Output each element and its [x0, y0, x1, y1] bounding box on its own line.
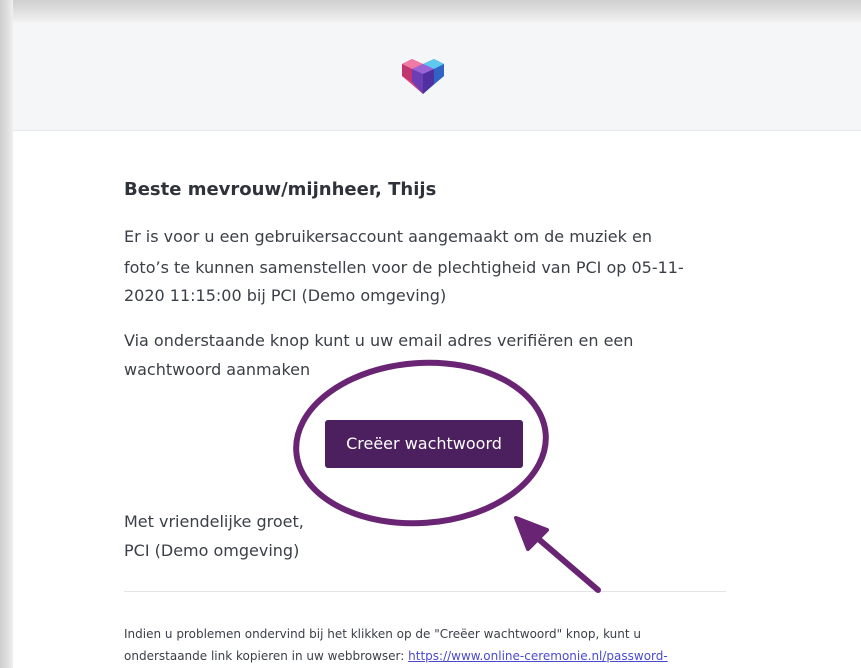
greeting-heading: Beste mevrouw/mijnheer, Thijs — [124, 179, 437, 200]
intro-line-1: Er is voor u een gebruikersaccount aange… — [124, 227, 652, 246]
footer-line-1: Indien u problemen ondervind bij het kli… — [124, 627, 641, 641]
intro-line-2: foto’s te kunnen samenstellen voor de pl… — [124, 258, 684, 277]
create-password-button[interactable]: Creëer wachtwoord — [325, 420, 523, 468]
email-body: Beste mevrouw/mijnheer, Thijs Er is voor… — [13, 131, 861, 668]
password-reset-link[interactable]: https://www.online-ceremonie.nl/password… — [408, 649, 668, 663]
footer-divider — [124, 591, 726, 592]
email-screenshot: Beste mevrouw/mijnheer, Thijs Er is voor… — [0, 0, 861, 668]
screenshot-border-left — [0, 0, 13, 668]
heart-cube-logo-icon — [402, 59, 444, 94]
footer-line-2: onderstaande link kopieren in uw webbrow… — [124, 647, 668, 665]
email-header — [13, 22, 861, 131]
footer-line-2-text: onderstaande link kopieren in uw webbrow… — [124, 649, 409, 663]
intro-line-3: 2020 11:15:00 bij PCI (Demo omgeving) — [124, 286, 447, 305]
instruction-line-1: Via onderstaande knop kunt u uw email ad… — [124, 331, 634, 350]
signoff-line-2: PCI (Demo omgeving) — [124, 541, 300, 560]
signoff-line-1: Met vriendelijke groet, — [124, 512, 304, 531]
screenshot-border-top — [0, 0, 861, 22]
instruction-line-2: wachtwoord aanmaken — [124, 360, 311, 379]
